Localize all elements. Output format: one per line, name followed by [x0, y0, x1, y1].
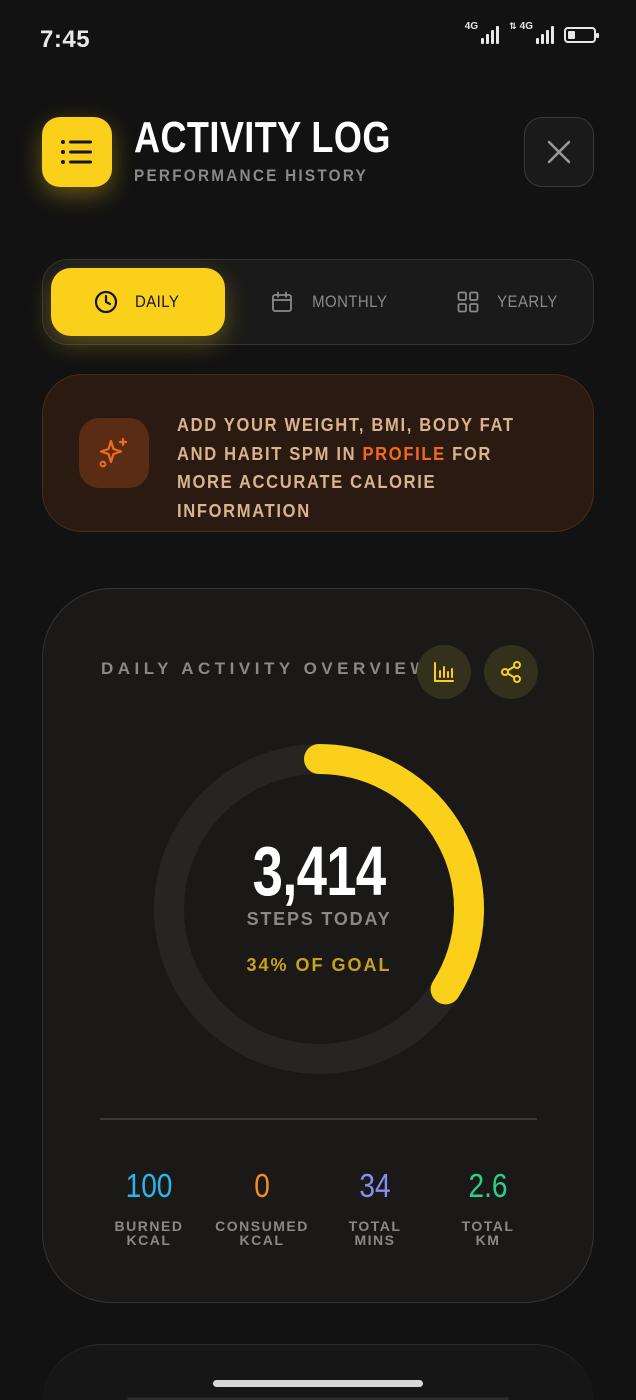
network-type-1: 4G: [464, 21, 479, 32]
banner-icon-box: [79, 418, 149, 488]
stat-value: 100: [125, 1167, 173, 1204]
steps-label: STEPS TODAY: [246, 909, 392, 929]
share-icon: [501, 661, 521, 683]
stat-label: BURNED KCAL: [114, 1218, 184, 1248]
goal-progress-label: 34% OF GOAL: [246, 955, 392, 975]
stat-consumed-kcal: 0 CONSUMED KCAL: [202, 1167, 322, 1247]
activity-log-screen: 7:45 4G ⇅ 4G ACTIVITY LOG PERFORMANCE HI…: [0, 0, 636, 1400]
share-button[interactable]: [484, 645, 538, 699]
list-icon: [61, 140, 92, 164]
stat-label: TOTAL KM: [461, 1218, 515, 1248]
stat-label: CONSUMED KCAL: [215, 1218, 309, 1248]
chart-button[interactable]: [417, 645, 471, 699]
stat-value: 2.6: [468, 1167, 508, 1204]
tab-yearly-label: YEARLY: [496, 292, 558, 311]
home-indicator[interactable]: [213, 1380, 423, 1387]
clock-icon: [94, 290, 117, 314]
period-tabs: DAILY MONTHLY YEARLY: [42, 259, 594, 345]
sparkles-icon: [99, 437, 128, 468]
status-icons: 4G ⇅ 4G: [465, 21, 599, 44]
stat-burned-kcal: 100 BURNED KCAL: [89, 1167, 209, 1247]
grid-icon: [457, 291, 478, 313]
daily-overview-card: DAILY ACTIVITY OVERVIEW 3,414 STEPS TODA…: [42, 588, 594, 1303]
profile-info-banner[interactable]: ADD YOUR WEIGHT, BMI, BODY FAT AND HABIT…: [42, 374, 594, 532]
status-time: 7:45: [40, 26, 91, 53]
tab-daily[interactable]: DAILY: [51, 268, 225, 336]
signal-icon: 4G: [465, 21, 500, 44]
calendar-icon: [272, 291, 293, 312]
battery-icon: [564, 27, 599, 43]
divider: [100, 1118, 537, 1120]
page-title: ACTIVITY LOG: [134, 113, 391, 162]
stat-value: 0: [254, 1167, 270, 1204]
stat-label: TOTAL MINS: [348, 1218, 402, 1248]
steps-value: 3,414: [252, 832, 387, 910]
stat-total-mins: 34 TOTAL MINS: [315, 1167, 435, 1247]
stat-value: 34: [359, 1167, 391, 1204]
menu-button[interactable]: [42, 117, 112, 187]
tab-yearly[interactable]: YEARLY: [449, 268, 569, 336]
bar-chart-icon: [434, 662, 454, 682]
tab-monthly[interactable]: MONTHLY: [267, 268, 397, 336]
profile-link[interactable]: PROFILE: [362, 444, 445, 464]
close-icon: [547, 140, 571, 164]
tab-monthly-label: MONTHLY: [312, 292, 388, 311]
page-subtitle: PERFORMANCE HISTORY: [134, 166, 369, 185]
overview-title: DAILY ACTIVITY OVERVIEW: [101, 659, 431, 678]
stat-total-km: 2.6 TOTAL KM: [428, 1167, 548, 1247]
network-type-2: 4G: [519, 21, 533, 32]
banner-text: ADD YOUR WEIGHT, BMI, BODY FAT AND HABIT…: [177, 411, 536, 525]
close-button[interactable]: [524, 117, 594, 187]
status-bar: 7:45 4G ⇅ 4G: [0, 0, 636, 80]
next-card-peek: [42, 1344, 594, 1400]
battery-level: [568, 31, 576, 39]
signal-icon-2: ⇅ 4G: [509, 21, 554, 44]
tab-daily-label: DAILY: [134, 292, 180, 311]
